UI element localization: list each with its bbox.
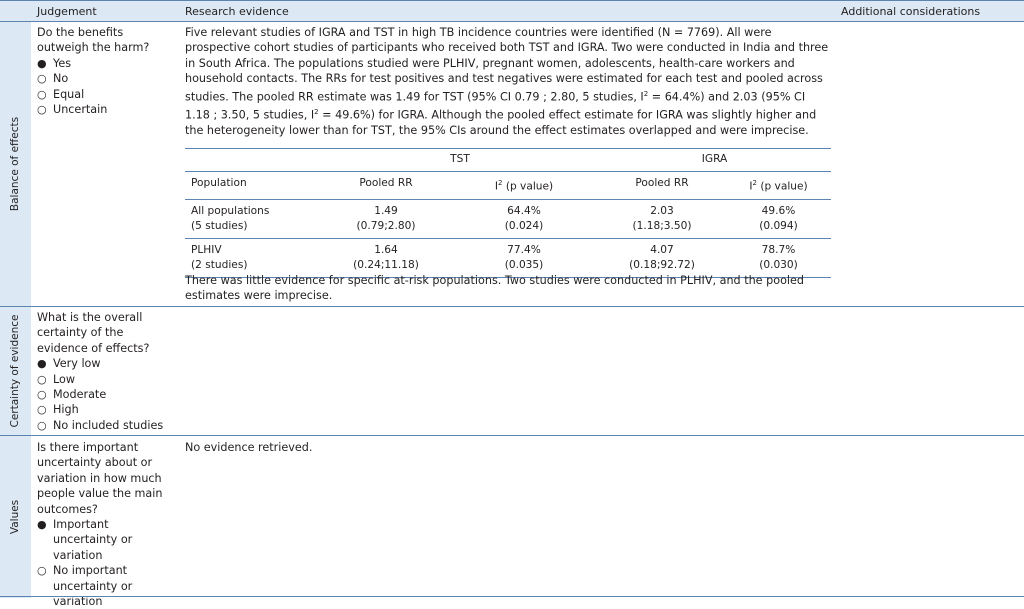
row-divider	[0, 306, 1024, 307]
tst-i2-value: 64.4%	[507, 204, 541, 217]
balance-option-equal[interactable]: ○ Equal	[37, 87, 177, 102]
igra-p-value: (0.094)	[759, 219, 798, 232]
radio-empty-icon: ○	[37, 103, 47, 117]
igra-rr-cell: 2.03 (1.18;3.50)	[598, 198, 726, 239]
certainty-option-very-low[interactable]: ● Very low	[37, 356, 177, 371]
igra-rr-value: 2.03	[650, 204, 674, 217]
p-value-label: (p value)	[505, 180, 554, 193]
radio-filled-icon: ●	[37, 56, 47, 70]
certainty-option-low[interactable]: ○ Low	[37, 372, 177, 387]
igra-i2-value: 78.7%	[761, 243, 796, 256]
radio-empty-icon: ○	[37, 388, 47, 402]
table-header: Judgement Research evidence Additional c…	[0, 0, 1024, 22]
column-header-population: Population	[185, 171, 322, 200]
tst-i2-value: 77.4%	[507, 243, 541, 256]
population-cell: All populations (5 studies)	[185, 198, 322, 239]
values-question: Is there important uncertainty about or …	[37, 441, 163, 516]
certainty-option-high[interactable]: ○ High	[37, 402, 177, 417]
radio-empty-icon: ○	[37, 72, 47, 86]
values-option-important-uncertainty[interactable]: ● Important uncertainty or variation	[37, 517, 177, 563]
certainty-option-no-included-studies[interactable]: ○ No included studies	[37, 418, 177, 433]
balance-option-no[interactable]: ○ No	[37, 71, 177, 86]
igra-rr-value: 4.07	[650, 243, 674, 256]
balance-evidence-outro: There was little evidence for specific a…	[185, 273, 830, 304]
table-column-header-row: Population Pooled RR I2 (p value) Pooled…	[185, 171, 831, 200]
row-divider	[0, 596, 1024, 597]
values-judgement: Is there important uncertainty about or …	[37, 440, 177, 609]
radio-empty-icon: ○	[37, 87, 47, 101]
balance-judgement: Do the benefits outweigh the harm? ● Yes …	[37, 25, 177, 117]
igra-ci-value: (0.18;92.72)	[629, 258, 695, 271]
tst-i2-cell: 64.4% (0.024)	[450, 198, 598, 239]
certainty-judgement: What is the overall certainty of the evi…	[37, 310, 177, 433]
radio-empty-icon: ○	[37, 564, 47, 578]
table-row: All populations (5 studies) 1.49 (0.79;2.8…	[185, 198, 831, 239]
population-name: PLHIV	[191, 243, 222, 256]
superscript: 2	[497, 179, 503, 187]
p-value-label: (p value)	[760, 180, 808, 193]
balance-of-effects-label: Balance of effects	[9, 116, 21, 212]
row-divider	[0, 435, 1024, 436]
balance-question: Do the benefits outweigh the harm?	[37, 26, 150, 55]
igra-i2-cell: 49.6% (0.094)	[726, 198, 831, 239]
tst-rr-value: 1.49	[374, 204, 398, 217]
igra-i2-value: 49.6%	[761, 204, 796, 217]
tst-rr-cell: 1.64 (0.24;11.18)	[322, 237, 450, 278]
tst-ci-value: (0.24;11.18)	[353, 258, 419, 271]
pooled-rr-table: TST IGRA Population Pooled RR I2 (p valu…	[185, 148, 831, 278]
section-label-certainty: Certainty of evidence	[0, 307, 31, 435]
header-judgement: Judgement	[37, 5, 97, 18]
certainty-of-evidence-label: Certainty of evidence	[9, 314, 21, 428]
column-header-igra-i2: I2 (p value)	[726, 171, 831, 200]
evidence-outro: There was little evidence for specific a…	[185, 274, 805, 303]
igra-rr-cell: 4.07 (0.18;92.72)	[598, 237, 726, 278]
radio-empty-icon: ○	[37, 403, 47, 417]
igra-i2-cell: 78.7% (0.030)	[726, 237, 831, 278]
values-evidence: No evidence retrieved.	[185, 441, 313, 454]
group-header-igra: IGRA	[598, 148, 831, 172]
table-group-header-row: TST IGRA	[185, 148, 831, 172]
guideline-table: Judgement Research evidence Additional c…	[0, 0, 1024, 608]
population-studies: (2 studies)	[191, 258, 248, 271]
tst-rr-value: 1.64	[374, 243, 398, 256]
igra-p-value: (0.030)	[759, 258, 798, 271]
values-label: Values	[9, 499, 21, 535]
igra-ci-value: (1.18;3.50)	[632, 219, 692, 232]
column-header-tst-rr: Pooled RR	[322, 171, 450, 200]
column-header-tst-i2: I2 (p value)	[450, 171, 598, 200]
section-label-values: Values	[0, 436, 31, 598]
radio-filled-icon: ●	[37, 357, 47, 371]
balance-option-yes[interactable]: ● Yes	[37, 56, 177, 71]
tst-rr-cell: 1.49 (0.79;2.80)	[322, 198, 450, 239]
population-cell: PLHIV (2 studies)	[185, 237, 322, 278]
column-header-igra-rr: Pooled RR	[598, 171, 726, 200]
tst-p-value: (0.024)	[504, 219, 544, 232]
population-studies: (5 studies)	[191, 219, 248, 232]
group-header-tst: TST	[322, 148, 598, 172]
header-research-evidence: Research evidence	[185, 5, 289, 18]
radio-empty-icon: ○	[37, 372, 47, 386]
header-additional-considerations: Additional considerations	[841, 5, 981, 18]
tst-i2-cell: 77.4% (0.035)	[450, 237, 598, 278]
tst-p-value: (0.035)	[504, 258, 544, 271]
evidence-intro: Five relevant studies of IGRA and TST in…	[185, 25, 830, 138]
section-label-balance: Balance of effects	[0, 22, 31, 306]
certainty-question: What is the overall certainty of the evi…	[37, 311, 150, 355]
population-name: All populations	[191, 204, 270, 217]
tst-ci-value: (0.79;2.80)	[356, 219, 416, 232]
balance-evidence: Five relevant studies of IGRA and TST in…	[185, 25, 830, 138]
radio-empty-icon: ○	[37, 418, 47, 432]
table-row: PLHIV (2 studies) 1.64 (0.24;11.18) 77.4% (…	[185, 237, 831, 278]
balance-option-uncertain[interactable]: ○ Uncertain	[37, 102, 177, 117]
radio-filled-icon: ●	[37, 518, 47, 532]
superscript: 2	[752, 179, 757, 187]
certainty-option-moderate[interactable]: ○ Moderate	[37, 387, 177, 402]
values-option-no-important-uncertainty[interactable]: ○ No important uncertainty or variation	[37, 563, 177, 609]
